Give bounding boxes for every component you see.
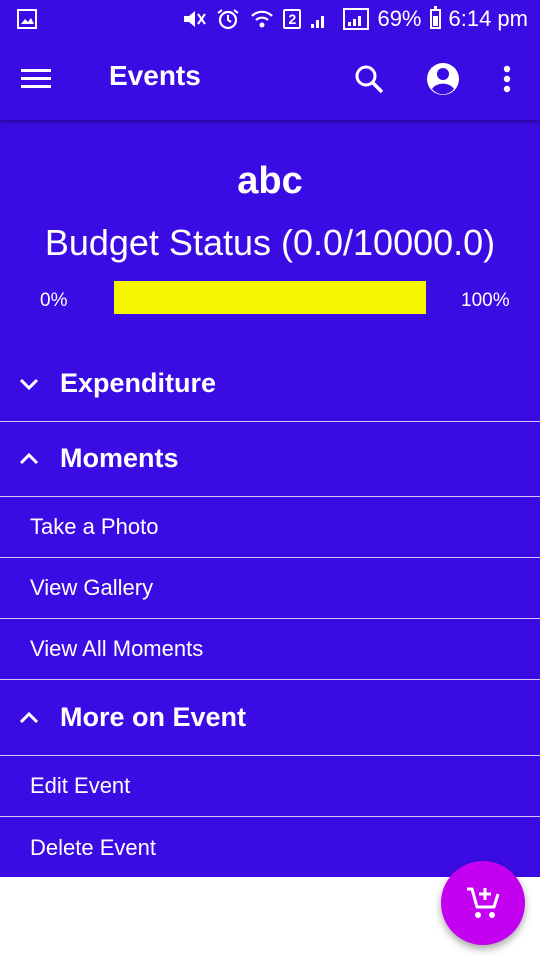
- chevron-down-icon: [19, 378, 39, 390]
- progress-min-label: 0%: [40, 290, 68, 311]
- search-icon[interactable]: [352, 62, 386, 96]
- view-all-moments-item[interactable]: View All Moments: [0, 619, 540, 680]
- add-expense-fab[interactable]: [441, 861, 525, 945]
- edit-event-item[interactable]: Edit Event: [0, 756, 540, 817]
- take-photo-item[interactable]: Take a Photo: [0, 497, 540, 558]
- app-bar: Events: [0, 38, 540, 120]
- expenditure-section-header[interactable]: Expenditure: [0, 346, 540, 422]
- more-vert-icon[interactable]: [494, 60, 520, 98]
- event-content: abc Budget Status (0.0/10000.0) 0% 100% …: [0, 120, 540, 877]
- view-gallery-item[interactable]: View Gallery: [0, 558, 540, 619]
- progress-max-label: 100%: [461, 290, 510, 311]
- view-gallery-label: View Gallery: [30, 575, 154, 600]
- page-title: Events: [109, 60, 201, 91]
- more-on-event-label: More on Event: [60, 702, 247, 732]
- sim-badge: 2: [283, 9, 302, 29]
- mute-icon: [184, 11, 207, 27]
- signal-strength-icon: [343, 8, 370, 30]
- budget-status: Budget Status (0.0/10000.0): [44, 222, 496, 263]
- gallery-notification-icon: [17, 9, 37, 29]
- chevron-up-icon: [19, 452, 39, 464]
- account-circle-icon[interactable]: [424, 60, 462, 98]
- expenditure-label: Expenditure: [60, 368, 217, 398]
- menu-icon[interactable]: [18, 65, 54, 93]
- delete-event-label: Delete Event: [30, 834, 156, 860]
- more-on-event-section-header[interactable]: More on Event: [0, 680, 540, 756]
- event-name: abc: [237, 160, 303, 202]
- battery-icon: [429, 6, 441, 29]
- chevron-up-icon: [19, 711, 39, 723]
- battery-percent: 69%: [377, 6, 422, 31]
- wifi-icon: [251, 10, 274, 28]
- view-all-moments-label: View All Moments: [30, 636, 204, 661]
- alarm-icon: [217, 9, 240, 30]
- signal-icon: [311, 16, 325, 28]
- status-bar: 2 69% 6:14 pm: [0, 0, 540, 38]
- moments-section-header[interactable]: Moments: [0, 421, 540, 497]
- add-shopping-cart-icon: [467, 887, 500, 918]
- clock: 6:14 pm: [448, 6, 529, 31]
- edit-event-label: Edit Event: [30, 773, 131, 798]
- moments-label: Moments: [60, 443, 179, 473]
- take-photo-label: Take a Photo: [30, 514, 159, 539]
- budget-progress-fill: [114, 281, 426, 314]
